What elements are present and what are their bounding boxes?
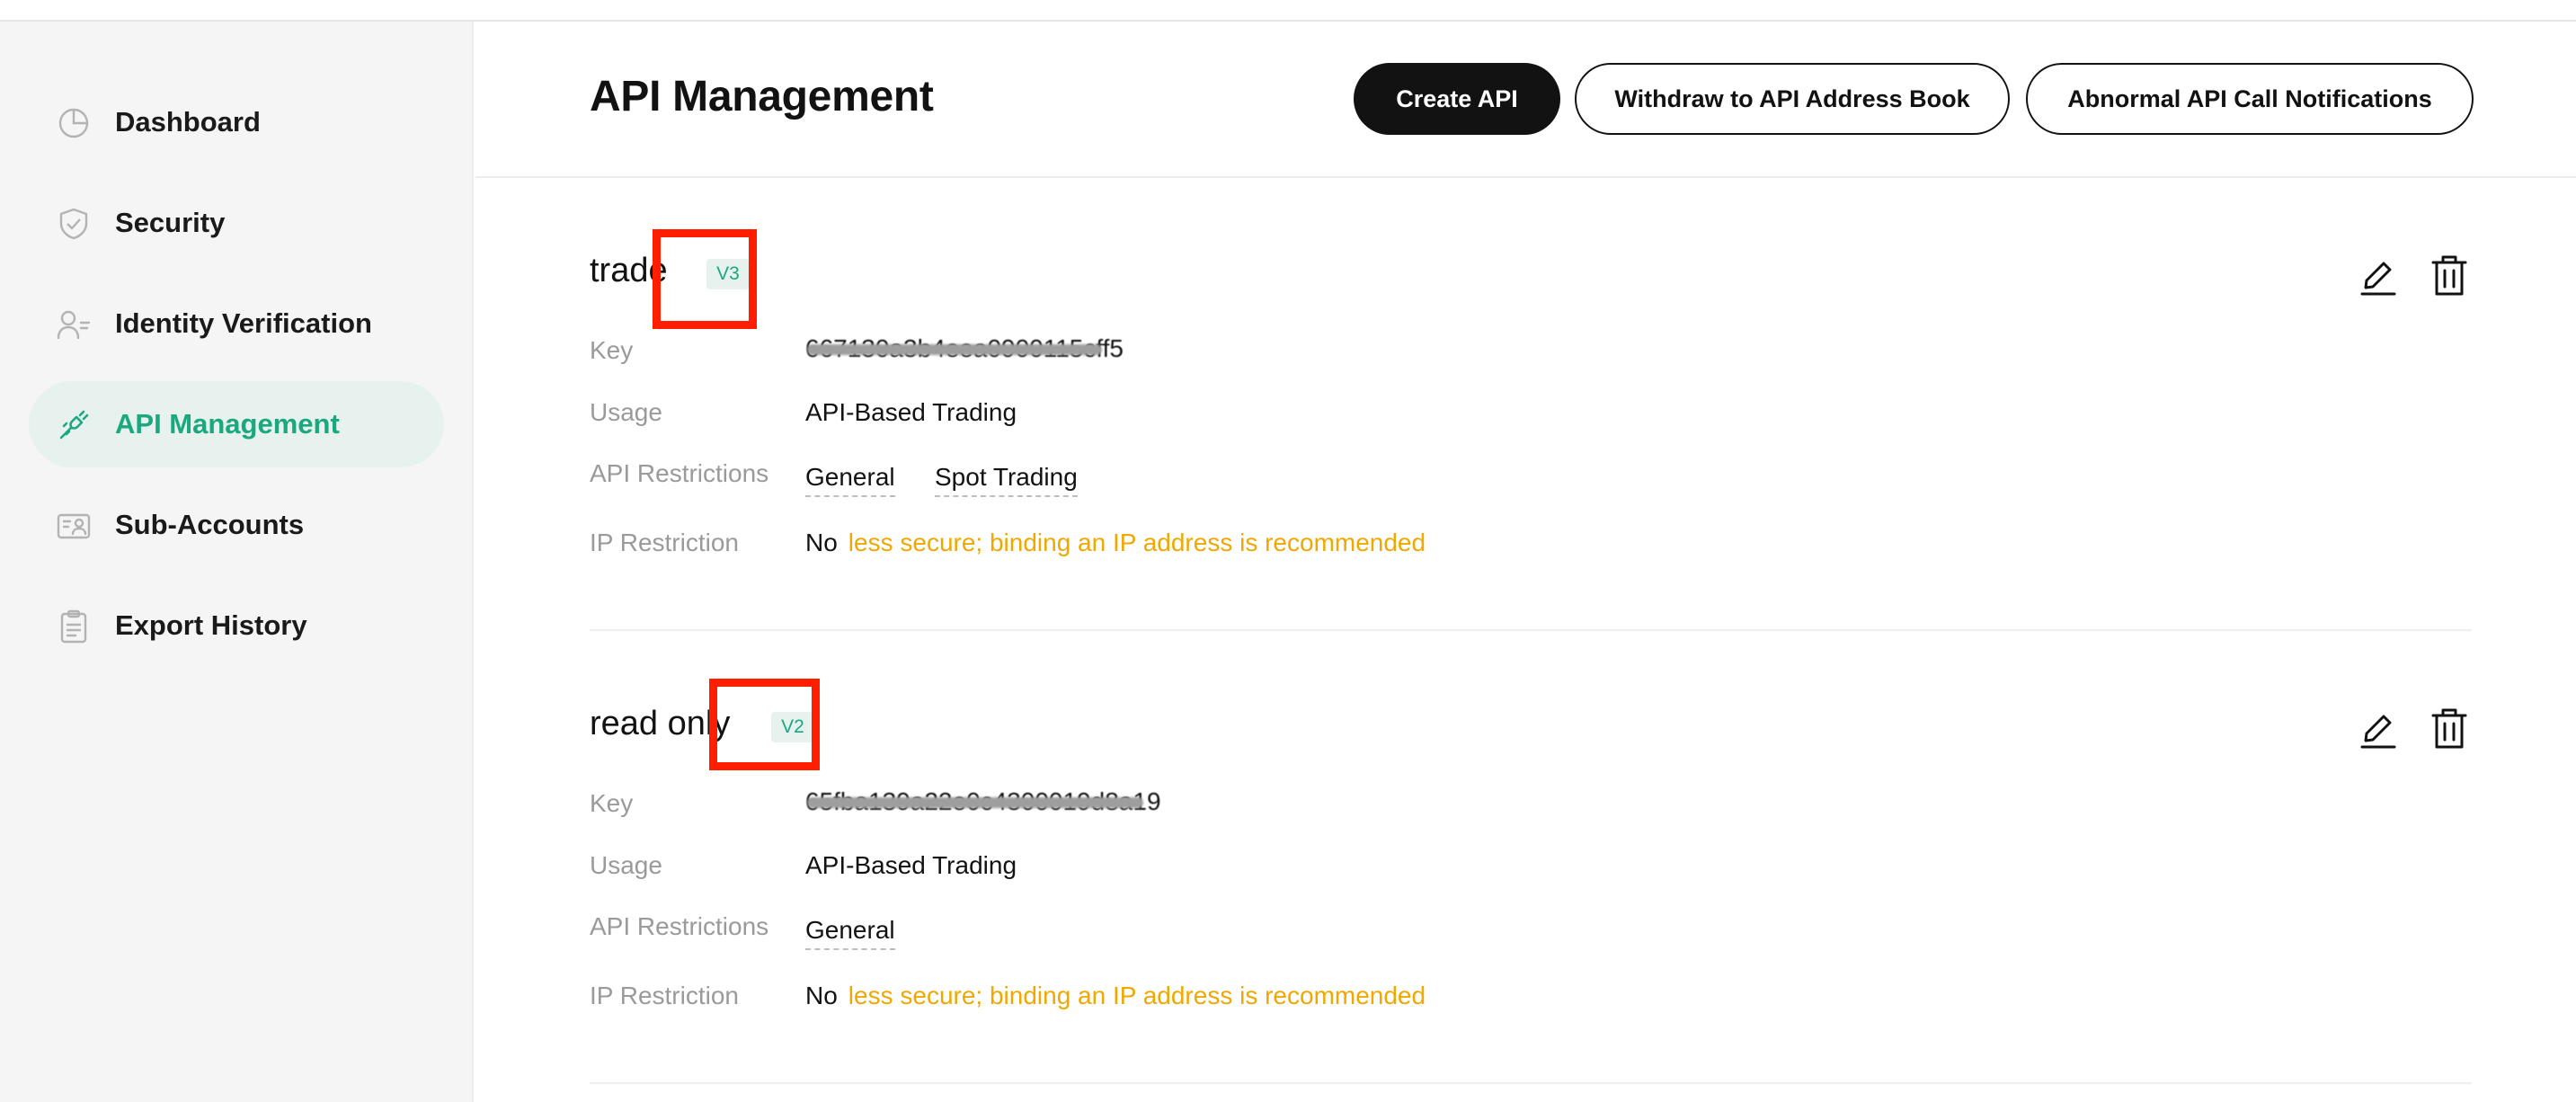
plug-icon — [56, 407, 92, 443]
create-api-button[interactable]: Create API — [1354, 63, 1560, 135]
edit-icon[interactable] — [2358, 255, 2398, 298]
ip-warning-text: less secure; binding an IP address is re… — [848, 982, 1426, 1009]
sidebar: Dashboard Security Identity Verification — [0, 22, 474, 1102]
key-label: Key — [590, 789, 634, 817]
sidebar-item-label: Export History — [115, 609, 307, 641]
withdraw-address-book-button[interactable]: Withdraw to API Address Book — [1575, 63, 2010, 135]
sidebar-item-label: Identity Verification — [115, 307, 372, 339]
id-card-icon — [56, 508, 92, 544]
highlight-box — [709, 679, 820, 770]
usage-value: API-Based Trading — [805, 398, 1017, 426]
sidebar-item-security[interactable]: Security — [29, 180, 444, 266]
card-divider — [590, 629, 2472, 631]
sidebar-item-identity-verification[interactable]: Identity Verification — [29, 280, 444, 367]
api-card: trade V3 Key 667130a3b4eea0900115cff5 Us… — [590, 225, 2472, 631]
edit-icon[interactable] — [2358, 708, 2398, 751]
api-key-value: 65fba139a22e0c4300019d8a19 — [805, 787, 1161, 817]
api-card: read only V2 Key 65fba139a22e0c4300019d8… — [590, 678, 2472, 1086]
usage-label: Usage — [590, 398, 662, 426]
restrictions-label: API Restrictions — [590, 912, 769, 940]
restriction-tag: General — [805, 916, 895, 950]
ip-restriction-value: No less secure; binding an IP address is … — [805, 529, 1426, 557]
restriction-tag: General — [805, 463, 895, 497]
ip-restriction-label: IP Restriction — [590, 529, 739, 556]
ip-restriction-value: No less secure; binding an IP address is … — [805, 982, 1426, 1010]
usage-value: API-Based Trading — [805, 851, 1017, 879]
sidebar-item-label: Security — [115, 207, 226, 238]
page-header: API Management Create API Withdraw to AP… — [475, 22, 2576, 178]
ip-restriction-label: IP Restriction — [590, 982, 739, 1009]
sidebar-item-label: Sub-Accounts — [115, 509, 305, 540]
sidebar-item-export-history[interactable]: Export History — [29, 582, 444, 669]
user-id-icon — [56, 307, 92, 342]
sidebar-item-label: Dashboard — [115, 106, 261, 138]
ip-restriction-status: No — [805, 982, 838, 1009]
redaction-scribble — [807, 344, 1102, 355]
api-key-value: 667130a3b4eea0900115cff5 — [805, 333, 1124, 364]
sidebar-item-dashboard[interactable]: Dashboard — [29, 79, 444, 165]
sidebar-item-sub-accounts[interactable]: Sub-Accounts — [29, 482, 444, 568]
shield-icon — [56, 206, 92, 242]
delete-icon[interactable] — [2429, 253, 2469, 297]
delete-icon[interactable] — [2429, 707, 2469, 750]
abnormal-api-notifications-button[interactable]: Abnormal API Call Notifications — [2026, 63, 2474, 135]
clipboard-icon — [56, 609, 92, 644]
card-divider — [590, 1082, 2472, 1084]
page-title: API Management — [590, 73, 934, 120]
restriction-tag: Spot Trading — [935, 463, 1078, 497]
highlight-box — [653, 229, 757, 329]
usage-label: Usage — [590, 851, 662, 879]
ip-warning-text: less secure; binding an IP address is re… — [848, 529, 1426, 556]
pie-chart-icon — [56, 105, 92, 141]
key-label: Key — [590, 336, 634, 364]
restrictions-label: API Restrictions — [590, 459, 769, 487]
sidebar-item-api-management[interactable]: API Management — [29, 381, 444, 467]
sidebar-item-label: API Management — [115, 408, 340, 440]
redaction-scribble — [807, 797, 1143, 808]
ip-restriction-status: No — [805, 529, 838, 556]
